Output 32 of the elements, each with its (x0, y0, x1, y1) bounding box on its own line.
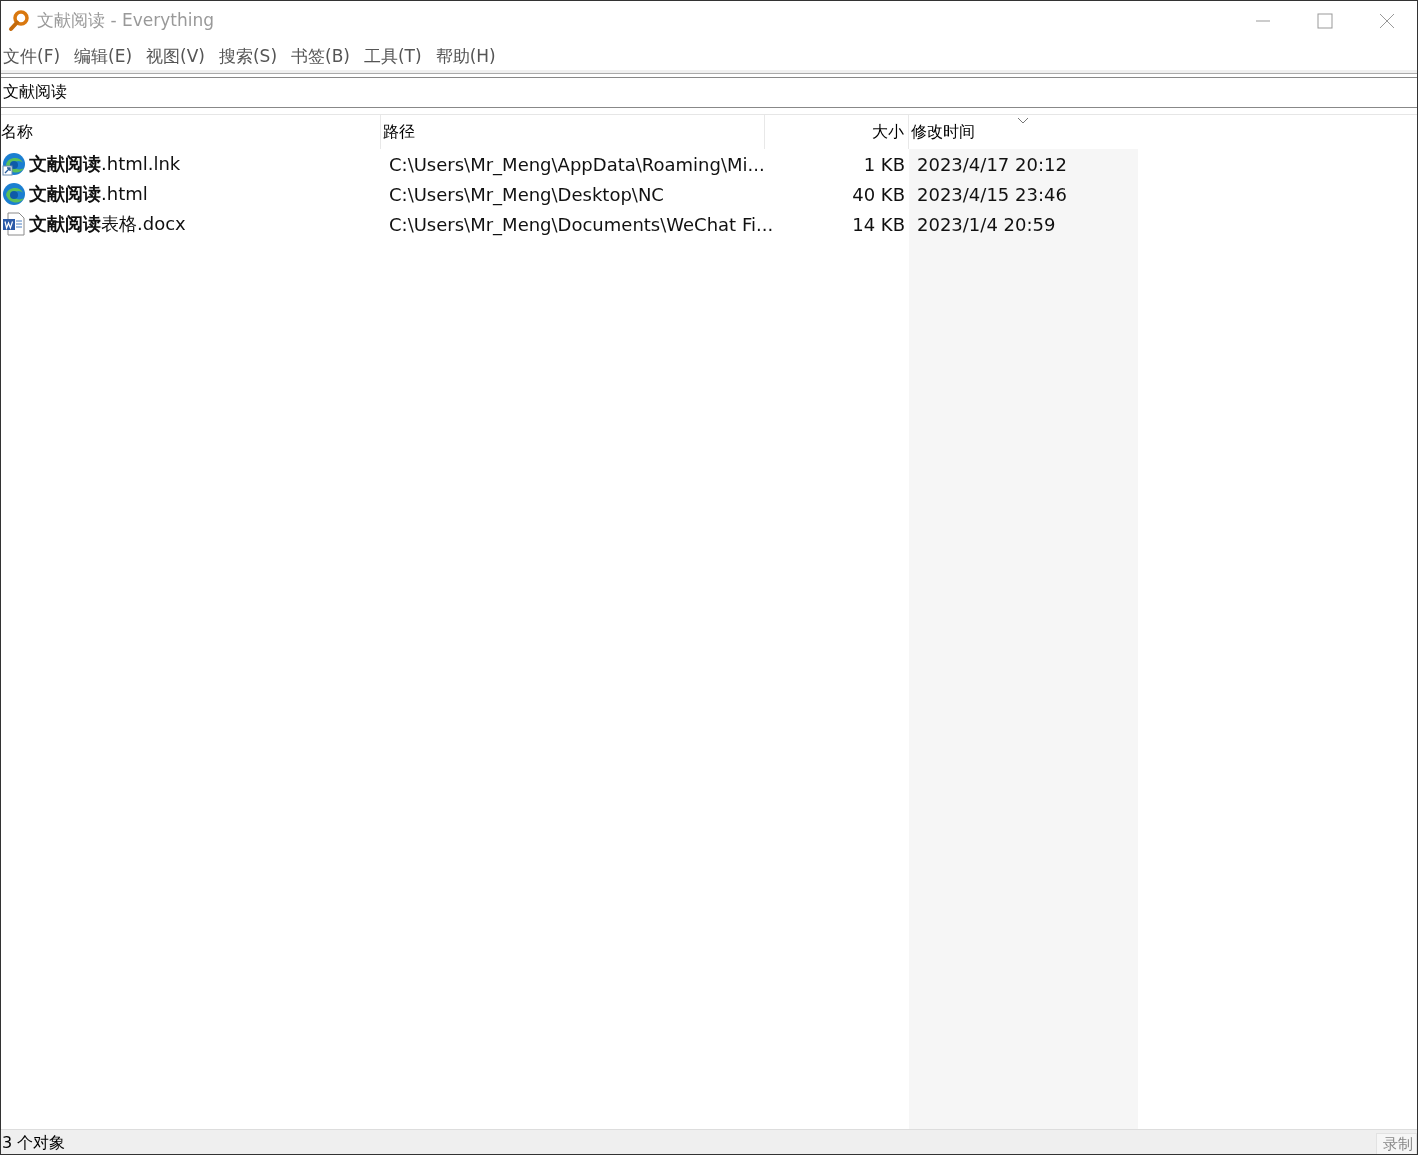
table-cell: 2023/4/15 23:46 (917, 183, 1067, 205)
column-header[interactable]: 名称 (1, 115, 381, 149)
file-name[interactable]: 文献阅读.html.lnk (29, 152, 181, 176)
maximize-icon[interactable] (1317, 12, 1333, 29)
table-cell: 2023/4/17 20:12 (917, 153, 1067, 175)
menu-item[interactable]: 视图(V) (146, 45, 205, 68)
file-name[interactable]: 文献阅读表格.docx (29, 212, 186, 236)
menu-item[interactable]: 编辑(E) (74, 45, 133, 68)
menu-item[interactable]: 文件(F) (3, 45, 61, 68)
close-icon[interactable] (1379, 12, 1395, 29)
column-header[interactable]: 修改时间 (909, 115, 1138, 149)
table-cell: 14 KB (852, 213, 905, 235)
sort-caret-icon (1017, 117, 1029, 124)
menu-item[interactable]: 帮助(H) (435, 45, 496, 68)
menu-item[interactable]: 书签(B) (291, 45, 350, 68)
record-button[interactable]: 录制 (1376, 1133, 1417, 1154)
menu-item[interactable]: 搜索(S) (218, 45, 278, 68)
search-field[interactable]: 文献阅读 (1, 77, 1417, 108)
table-cell: 1 KB (863, 153, 905, 175)
table-cell: C:\Users\Mr_Meng\Documents\WeChat Fi... (389, 213, 774, 235)
window-title: 文献阅读 - Everything (37, 9, 214, 32)
menu-item[interactable]: 工具(T) (363, 45, 422, 68)
column-header[interactable]: 路径 (381, 115, 765, 149)
table-cell: C:\Users\Mr_Meng\Desktop\NC (389, 183, 664, 205)
file-name[interactable]: 文献阅读.html (29, 182, 148, 206)
column-header[interactable]: 大小 (765, 115, 909, 149)
browser-file-icon (2, 182, 26, 206)
table-cell: 40 KB (852, 183, 905, 205)
table-cell: 2023/1/4 20:59 (917, 213, 1056, 235)
status-text: 3 个对象 (2, 1133, 66, 1154)
table-cell: C:\Users\Mr_Meng\AppData\Roaming\Mi... (389, 153, 765, 175)
magnifier-icon (8, 9, 30, 32)
